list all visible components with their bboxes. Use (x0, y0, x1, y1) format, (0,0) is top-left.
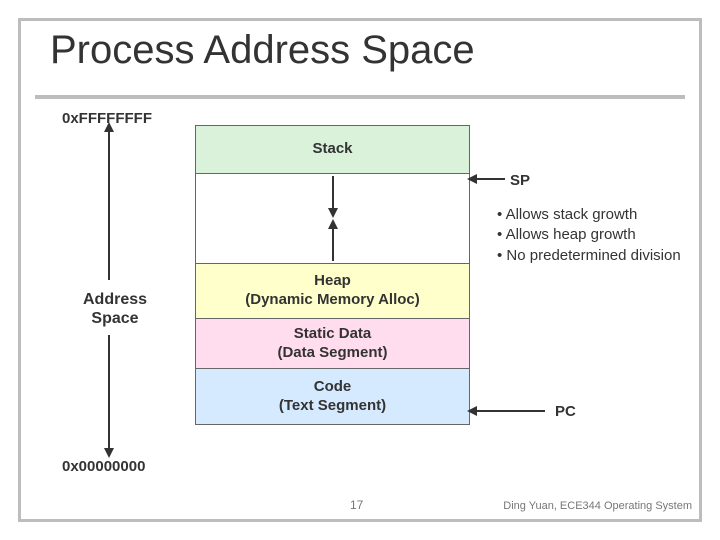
segment-data-label: Static Data (196, 325, 469, 344)
note-stack-growth: • Allows stack growth (497, 205, 681, 225)
segment-code-label: Code (196, 378, 469, 397)
sp-pointer-arrow (475, 178, 505, 180)
segment-code: Code (Text Segment) (196, 369, 469, 424)
title-divider (35, 95, 685, 99)
stack-growth-arrow (332, 176, 334, 210)
segment-gap (196, 174, 469, 264)
note-no-division: • No predetermined division (497, 246, 681, 266)
segment-stack: Stack (196, 126, 469, 174)
gap-notes: • Allows stack growth • Allows heap grow… (497, 205, 681, 266)
memory-layout-diagram: Stack Heap (Dynamic Memory Alloc) Static… (195, 125, 470, 425)
pc-pointer-label: PC (555, 403, 576, 420)
segment-heap-label: Heap (196, 272, 469, 291)
heap-growth-arrow (332, 227, 334, 261)
note-heap-growth: • Allows heap growth (497, 225, 681, 245)
pc-pointer-arrow (475, 410, 545, 412)
segment-heap: Heap (Dynamic Memory Alloc) (196, 264, 469, 319)
credit-line: Ding Yuan, ECE344 Operating System (503, 500, 692, 512)
slide-number: 17 (350, 498, 363, 512)
segment-data-sublabel: (Data Segment) (196, 344, 469, 363)
page-title: Process Address Space (50, 28, 475, 73)
address-space-label-line1: Address (83, 291, 147, 308)
address-space-label: Address Space (75, 290, 155, 328)
segment-static-data: Static Data (Data Segment) (196, 319, 469, 369)
sp-pointer-label: SP (510, 172, 530, 189)
segment-code-sublabel: (Text Segment) (196, 397, 469, 416)
bottom-address-label: 0x00000000 (62, 458, 145, 475)
segment-heap-sublabel: (Dynamic Memory Alloc) (196, 291, 469, 310)
segment-stack-label: Stack (196, 140, 469, 159)
address-space-label-line2: Space (91, 310, 138, 327)
